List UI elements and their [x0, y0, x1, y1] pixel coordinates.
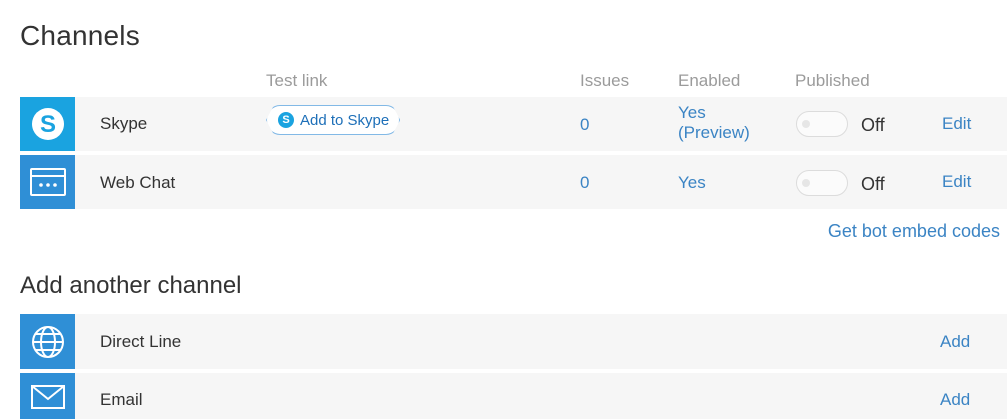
- envelope-icon: [30, 385, 65, 409]
- skype-icon: S: [31, 108, 64, 140]
- add-to-skype-label: Add to Skype: [300, 111, 390, 129]
- available-channel-row-direct-line: Direct Line Add: [20, 314, 1007, 369]
- svg-text:S: S: [39, 111, 55, 138]
- web-chat-icon: [29, 168, 66, 196]
- enabled-status-link[interactable]: Yes: [678, 173, 706, 193]
- publish-toggle-label: Off: [861, 174, 885, 194]
- enabled-status-line2: (Preview): [678, 123, 750, 142]
- email-icon-box: [20, 373, 75, 419]
- add-to-skype-button[interactable]: S Add to Skype: [266, 105, 401, 135]
- column-header-test-link: Test link: [266, 71, 328, 90]
- edit-link[interactable]: Edit: [942, 114, 971, 134]
- channels-heading: Channels: [20, 20, 140, 51]
- column-header-enabled: Enabled: [678, 71, 741, 90]
- available-channel-row-email: Email Add: [20, 373, 1007, 419]
- channel-row-skype: S Skype S Add to Skype 0 Yes (Preview) O…: [20, 97, 1007, 151]
- channel-row-web-chat: Web Chat 0 Yes Off Edit: [20, 155, 1007, 209]
- skype-mini-icon: S: [278, 112, 294, 128]
- skype-channel-icon-box: S: [20, 97, 75, 151]
- toggle-knob: [802, 120, 810, 128]
- column-header-published: Published: [795, 71, 870, 90]
- publish-toggle-label: Off: [861, 115, 885, 135]
- direct-line-icon-box: [20, 314, 75, 369]
- issues-count: 0: [580, 115, 590, 134]
- publish-toggle[interactable]: [796, 170, 848, 196]
- column-header-issues: Issues: [580, 71, 630, 90]
- channel-name: Web Chat: [100, 173, 176, 192]
- enabled-status-line1: Yes: [678, 103, 706, 122]
- edit-link[interactable]: Edit: [942, 172, 971, 192]
- issues-count: 0: [580, 173, 590, 192]
- web-chat-channel-icon-box: [20, 155, 75, 209]
- toggle-knob: [802, 179, 810, 187]
- available-channel-name: Email: [100, 390, 143, 409]
- add-email-link[interactable]: Add: [940, 390, 970, 410]
- enabled-status-link[interactable]: Yes (Preview): [678, 103, 750, 143]
- publish-toggle[interactable]: [796, 111, 848, 137]
- add-direct-line-link[interactable]: Add: [940, 332, 970, 352]
- globe-icon: [31, 325, 64, 358]
- channel-name: Skype: [100, 114, 148, 133]
- add-channel-heading: Add another channel: [20, 272, 242, 299]
- get-bot-embed-codes-link[interactable]: Get bot embed codes: [828, 221, 1000, 242]
- available-channel-name: Direct Line: [100, 332, 182, 351]
